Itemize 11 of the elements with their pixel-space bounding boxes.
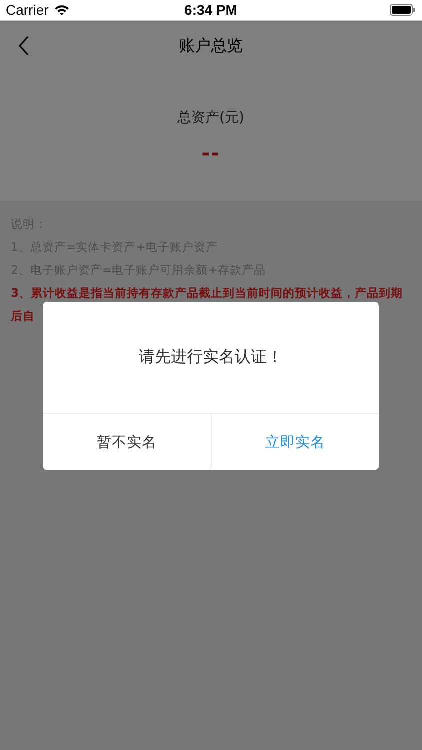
note-text: 3、累计收益是指当前持有存款产品截止到当前时间的预计收益，产品到期后自 xyxy=(11,285,404,325)
cancel-button[interactable]: 暂不实名 xyxy=(43,414,212,470)
carrier-name: Carrier xyxy=(6,2,49,18)
battery-icon xyxy=(390,4,416,16)
wifi-icon xyxy=(54,4,70,16)
total-assets-value: -- xyxy=(202,141,220,165)
dialog-message: 请先进行实名认证！ xyxy=(139,347,283,368)
back-icon[interactable] xyxy=(18,36,30,56)
total-assets-label: 总资产(元) xyxy=(178,109,244,127)
page-title: 账户总览 xyxy=(179,36,243,56)
status-time: 6:34 PM xyxy=(184,2,238,18)
